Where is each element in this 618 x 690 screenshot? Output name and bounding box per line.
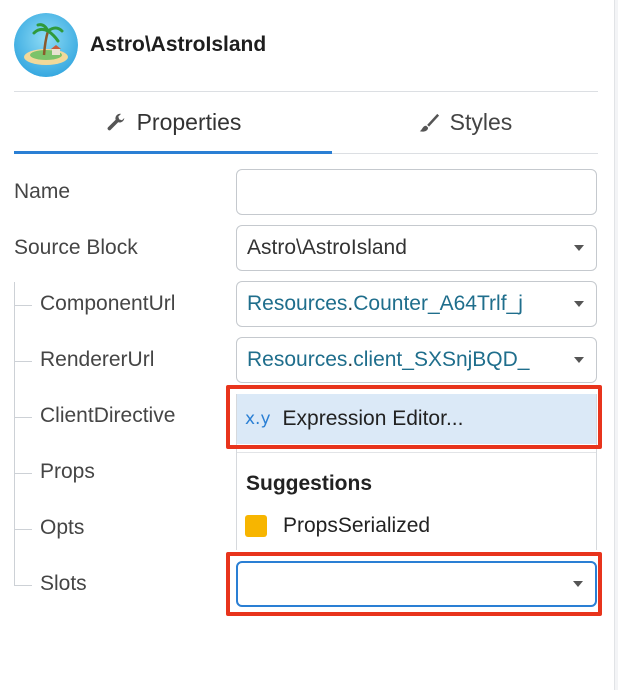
tab-styles[interactable]: Styles (332, 92, 598, 153)
tree-branch (14, 361, 32, 362)
renderer-url-label: RendererUrl (40, 348, 155, 371)
chevron-down-icon (574, 245, 584, 251)
chevron-down-icon (574, 301, 584, 307)
client-directive-label: ClientDirective (40, 404, 176, 427)
tab-properties[interactable]: Properties (14, 92, 332, 154)
tree-branch (14, 305, 32, 306)
tab-properties-label: Properties (136, 109, 242, 135)
source-block-value: Astro\AstroIsland (247, 236, 407, 259)
component-url-value: Resources.Counter_A64Trlf_j (247, 292, 523, 315)
source-block-select[interactable]: Astro\AstroIsland (236, 225, 597, 271)
island-logo-icon (14, 13, 78, 77)
highlight-box-expression (226, 385, 602, 449)
suggestion-label: PropsSerialized (283, 514, 431, 537)
wrench-icon (105, 112, 127, 134)
name-input[interactable] (236, 169, 597, 215)
suggestion-item[interactable]: PropsSerialized (245, 514, 430, 538)
suggestions-heading: Suggestions (246, 472, 373, 495)
tab-styles-label: Styles (449, 109, 513, 135)
opts-label: Opts (40, 516, 85, 539)
tree-branch (14, 473, 32, 474)
highlight-box-slots (226, 552, 602, 616)
tab-bar: Properties Styles (14, 92, 598, 154)
brush-icon (418, 112, 440, 134)
component-url-select[interactable]: Resources.Counter_A64Trlf_j (236, 281, 597, 327)
chevron-down-icon (574, 357, 584, 363)
panel-edge (614, 0, 618, 690)
tree-branch (14, 417, 32, 418)
tree-connector (14, 282, 15, 585)
block-title: Astro\AstroIsland (90, 33, 267, 56)
tree-branch (14, 529, 32, 530)
props-label: Props (40, 460, 95, 483)
name-label: Name (14, 180, 71, 203)
dropdown-divider (237, 452, 596, 453)
slots-label: Slots (40, 572, 87, 595)
variable-color-icon (245, 515, 267, 537)
renderer-url-value: Resources.client_SXSnjBQD_ (247, 348, 530, 371)
source-block-label: Source Block (14, 236, 138, 259)
block-header: Astro\AstroIsland (14, 12, 266, 78)
tree-branch (14, 585, 32, 586)
properties-panel: Astro\AstroIsland Properties Styles Name… (0, 0, 614, 690)
component-url-label: ComponentUrl (40, 292, 176, 315)
renderer-url-select[interactable]: Resources.client_SXSnjBQD_ (236, 337, 597, 383)
active-tab-indicator (14, 151, 332, 154)
